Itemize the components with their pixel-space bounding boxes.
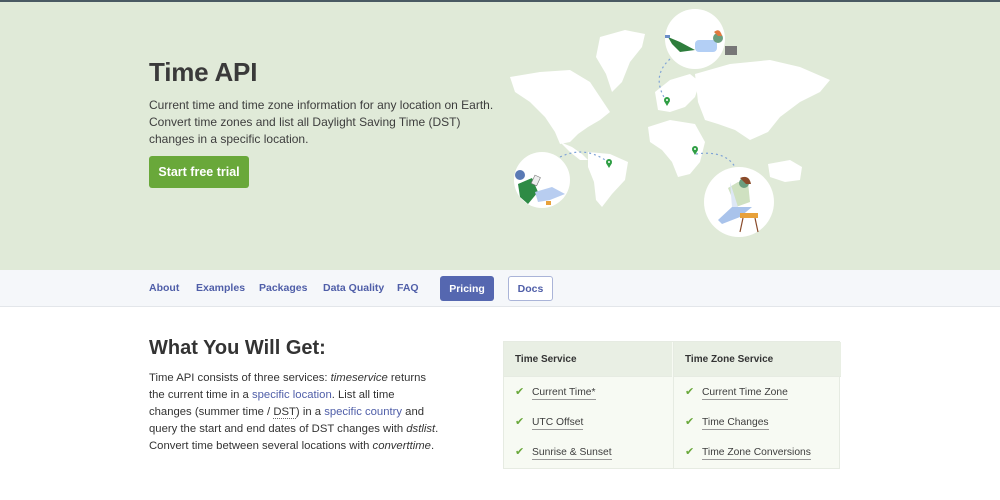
timeservice-term: timeservice xyxy=(330,372,388,384)
check-icon: ✔ xyxy=(515,416,525,428)
service-item: ✔ Current Time* xyxy=(504,377,672,407)
specific-location-link[interactable]: specific location xyxy=(252,389,332,401)
dst-abbreviation: DST xyxy=(273,406,296,419)
dstlist-term: dstlist xyxy=(406,423,436,435)
person-stool-laptop-illustration xyxy=(704,167,774,237)
central-america-shape xyxy=(560,142,588,160)
services-table: Time Service ✔ Current Time* ✔ UTC Offset … xyxy=(503,341,841,469)
europe-shape xyxy=(655,74,700,112)
section-title: What You Will Get: xyxy=(149,337,326,359)
service-link[interactable]: Time Changes xyxy=(702,417,769,430)
text-segment: ) in a xyxy=(295,406,325,418)
text-segment: . xyxy=(430,440,435,452)
docs-button[interactable]: Docs xyxy=(508,276,553,301)
converttime-term: converttime xyxy=(372,440,431,452)
north-america-shape xyxy=(510,70,610,144)
section-description: Time API consists of three services: tim… xyxy=(149,370,439,455)
pricing-button[interactable]: Pricing xyxy=(440,276,494,301)
nav-link-packages[interactable]: Packages xyxy=(259,270,307,306)
start-free-trial-button[interactable]: Start free trial xyxy=(149,156,249,188)
time-zone-service-column: Time Zone Service ✔ Current Time Zone ✔ Ti… xyxy=(673,342,841,468)
service-link[interactable]: Current Time* xyxy=(532,387,596,400)
asia-shape xyxy=(695,60,830,140)
check-icon: ✔ xyxy=(685,416,695,428)
nav-link-examples[interactable]: Examples xyxy=(196,270,245,306)
time-service-column: Time Service ✔ Current Time* ✔ UTC Offset … xyxy=(504,342,672,468)
service-item: ✔ Time Zone Conversions xyxy=(674,437,841,467)
table-footnote-cutoff xyxy=(503,476,840,482)
specific-country-link[interactable]: specific country xyxy=(324,406,402,418)
text-segment: Time API consists of three services: xyxy=(149,372,331,384)
service-link[interactable]: Sunrise & Sunset xyxy=(532,447,612,460)
nav-link-data-quality[interactable]: Data Quality xyxy=(323,270,384,306)
column-header: Time Zone Service xyxy=(674,342,841,377)
hero-section: Time API Current time and time zone info… xyxy=(0,2,1000,270)
section-nav: About Examples Packages Data Quality FAQ… xyxy=(0,270,1000,307)
check-icon: ✔ xyxy=(515,446,525,458)
australia-shape xyxy=(768,160,802,182)
person-sitting-tablet-illustration xyxy=(514,152,570,208)
connector-africa xyxy=(695,152,736,168)
service-item: ✔ Sunrise & Sunset xyxy=(504,437,672,467)
column-header: Time Service xyxy=(504,342,672,377)
nav-link-faq[interactable]: FAQ xyxy=(397,270,419,306)
service-link[interactable]: UTC Offset xyxy=(532,417,584,430)
service-link[interactable]: Current Time Zone xyxy=(702,387,788,400)
check-icon: ✔ xyxy=(685,446,695,458)
service-item: ✔ UTC Offset xyxy=(504,407,672,437)
greenland-shape xyxy=(596,30,645,92)
service-item: ✔ Current Time Zone xyxy=(674,377,841,407)
person-lying-laptop-illustration xyxy=(665,9,737,69)
hero-description: Current time and time zone information f… xyxy=(149,98,494,146)
page-title: Time API xyxy=(149,57,258,87)
service-link[interactable]: Time Zone Conversions xyxy=(702,447,811,460)
world-map-illustration xyxy=(510,9,830,237)
service-item: ✔ Time Changes xyxy=(674,407,841,437)
check-icon: ✔ xyxy=(685,386,695,398)
nav-link-about[interactable]: About xyxy=(149,270,179,306)
check-icon: ✔ xyxy=(515,386,525,398)
